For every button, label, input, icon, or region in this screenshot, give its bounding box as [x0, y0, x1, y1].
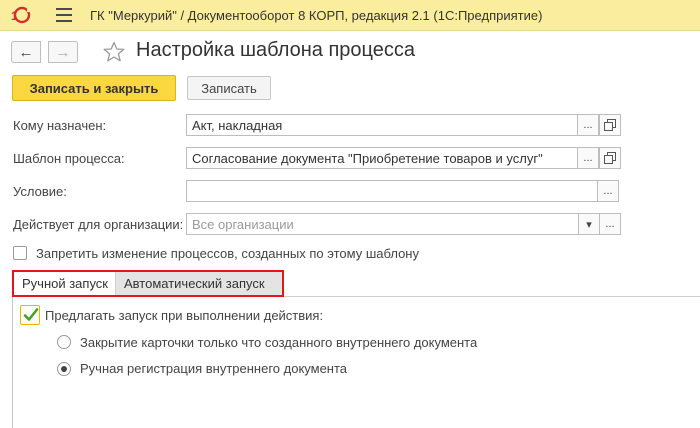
condition-label: Условие: [13, 184, 67, 199]
favorite-star-icon[interactable] [102, 40, 126, 64]
tab-automatic-launch[interactable]: Автоматический запуск [116, 272, 282, 295]
open-window-icon [604, 152, 616, 164]
organization-dropdown-button[interactable]: ▾ [578, 213, 600, 235]
assigned-to-open-button[interactable] [599, 114, 621, 136]
save-and-close-button[interactable]: Записать и закрыть [12, 75, 176, 101]
checkmark-icon [23, 308, 39, 321]
radio-close-card[interactable] [57, 335, 71, 349]
page-title: Настройка шаблона процесса [136, 39, 416, 61]
process-template-label: Шаблон процесса: [13, 151, 125, 166]
tab-panel-border [284, 296, 700, 297]
organization-field[interactable]: Все организации [186, 213, 579, 235]
tab-panel-border-left [12, 297, 13, 428]
organization-label: Действует для организации: [13, 217, 184, 232]
app-title: ГК "Меркурий" / Документооборот 8 КОРП, … [90, 8, 543, 23]
assigned-to-field[interactable]: Акт, накладная [186, 114, 578, 136]
radio-close-card-label: Закрытие карточки только что созданного … [80, 335, 478, 350]
chevron-down-icon: ▾ [586, 218, 592, 231]
back-button[interactable]: ← [11, 41, 41, 63]
arrow-right-icon: → [55, 43, 71, 61]
main-menu-icon[interactable] [56, 8, 72, 22]
forbid-changes-checkbox[interactable] [13, 246, 27, 260]
offer-launch-label: Предлагать запуск при выполнении действи… [45, 308, 324, 323]
condition-field[interactable] [186, 180, 598, 202]
open-window-icon [604, 119, 616, 131]
tab-manual-launch[interactable]: Ручной запуск [14, 272, 116, 295]
forward-button[interactable]: → [48, 41, 78, 63]
arrow-left-icon: ← [18, 43, 34, 61]
process-template-field[interactable]: Согласование документа "Приобретение тов… [186, 147, 578, 169]
offer-launch-checkbox[interactable] [20, 305, 40, 325]
process-template-select-button[interactable]: ... [577, 147, 599, 169]
organization-select-button[interactable]: ... [599, 213, 621, 235]
svg-text:1: 1 [11, 9, 18, 23]
save-button[interactable]: Записать [187, 76, 271, 100]
radio-manual-registration[interactable] [57, 362, 71, 376]
assigned-to-label: Кому назначен: [13, 118, 107, 133]
1c-logo-icon[interactable]: 1 [9, 6, 37, 24]
forbid-changes-label: Запретить изменение процессов, созданных… [36, 246, 419, 261]
radio-manual-registration-label: Ручная регистрация внутреннего документа [80, 361, 348, 376]
assigned-to-select-button[interactable]: ... [577, 114, 599, 136]
title-bar: 1 ГК "Меркурий" / Документооборот 8 КОРП… [0, 0, 700, 31]
process-template-open-button[interactable] [599, 147, 621, 169]
condition-select-button[interactable]: ... [597, 180, 619, 202]
